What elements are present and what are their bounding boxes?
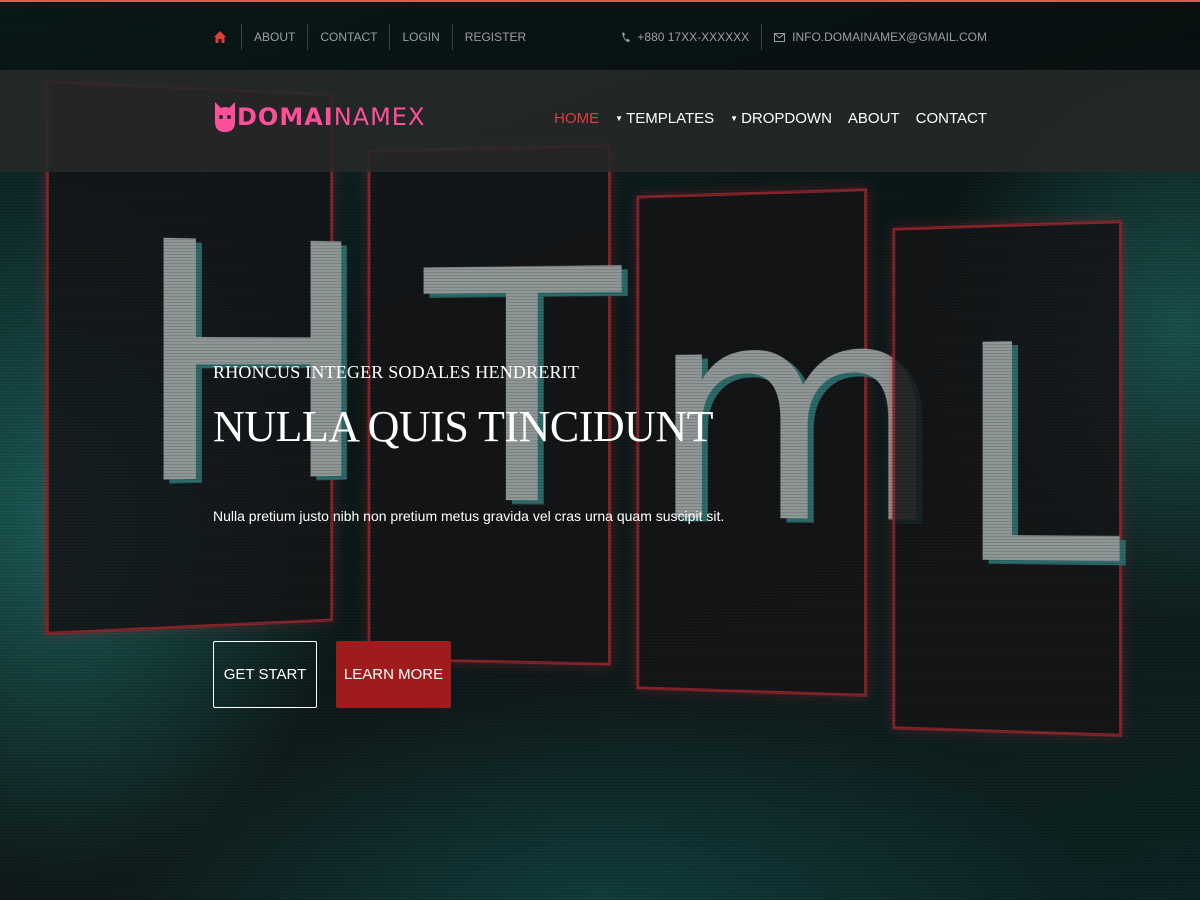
- home-icon[interactable]: [213, 30, 227, 44]
- top-links: ABOUT CONTACT LOGIN REGISTER: [213, 24, 538, 50]
- cat-logo-icon: [215, 102, 235, 132]
- page: H T m L ABOUT CONTACT LOGIN REGISTER +88…: [0, 0, 1200, 900]
- phone-icon: [622, 32, 631, 42]
- hero-title: NULLA QUIS TINCIDUNT: [213, 402, 714, 451]
- learn-more-button[interactable]: LEARN MORE: [336, 641, 451, 708]
- nav-dropdown-label: DROPDOWN: [741, 110, 832, 127]
- nav-templates[interactable]: ▼ TEMPLATES: [615, 110, 714, 127]
- phone-info: +880 17XX-XXXXXX: [609, 24, 761, 50]
- hero-description: Nulla pretium justo nibh non pretium met…: [213, 508, 725, 524]
- logo-text-thin: NAMEX: [333, 103, 426, 131]
- phone-text: +880 17XX-XXXXXX: [637, 30, 750, 44]
- email-info: INFO.DOMAINAMEX@GMAIL.COM: [761, 24, 987, 50]
- top-link-contact[interactable]: CONTACT: [307, 24, 389, 50]
- top-link-login[interactable]: LOGIN: [389, 24, 451, 50]
- top-bar: ABOUT CONTACT LOGIN REGISTER +880 17XX-X…: [0, 2, 1200, 70]
- nav-contact[interactable]: CONTACT: [916, 110, 987, 127]
- logo[interactable]: DOMAINAMEX: [213, 100, 425, 134]
- email-text: INFO.DOMAINAMEX@GMAIL.COM: [792, 30, 987, 44]
- main-menu: HOME ▼ TEMPLATES ▼ DROPDOWN ABOUT CONTAC…: [538, 110, 987, 127]
- top-contact-info: +880 17XX-XXXXXX INFO.DOMAINAMEX@GMAIL.C…: [609, 24, 987, 50]
- top-link-register[interactable]: REGISTER: [451, 24, 538, 50]
- nav-dropdown[interactable]: ▼ DROPDOWN: [730, 110, 832, 127]
- nav-about[interactable]: ABOUT: [848, 110, 900, 127]
- logo-text-bold: DOMAI: [237, 103, 334, 131]
- nav-home[interactable]: HOME: [554, 110, 599, 127]
- nav-templates-label: TEMPLATES: [626, 110, 715, 127]
- top-link-about[interactable]: ABOUT: [241, 24, 307, 50]
- caret-down-icon: ▼: [730, 114, 739, 123]
- hero-buttons: GET START LEARN MORE: [213, 641, 451, 708]
- main-navbar: DOMAINAMEX HOME ▼ TEMPLATES ▼ DROPDOWN A…: [0, 70, 1200, 172]
- hero-subtitle: RHONCUS INTEGER SODALES HENDRERIT: [213, 362, 580, 382]
- logo-text: DOMAINAMEX: [237, 103, 425, 131]
- bg-glyph-l: L: [953, 279, 1122, 634]
- hero-content: RHONCUS INTEGER SODALES HENDRERIT NULLA …: [213, 362, 913, 524]
- bg-panel-l: L: [892, 220, 1123, 737]
- get-start-button[interactable]: GET START: [213, 641, 317, 708]
- caret-down-icon: ▼: [615, 114, 624, 123]
- envelope-icon: [774, 32, 786, 42]
